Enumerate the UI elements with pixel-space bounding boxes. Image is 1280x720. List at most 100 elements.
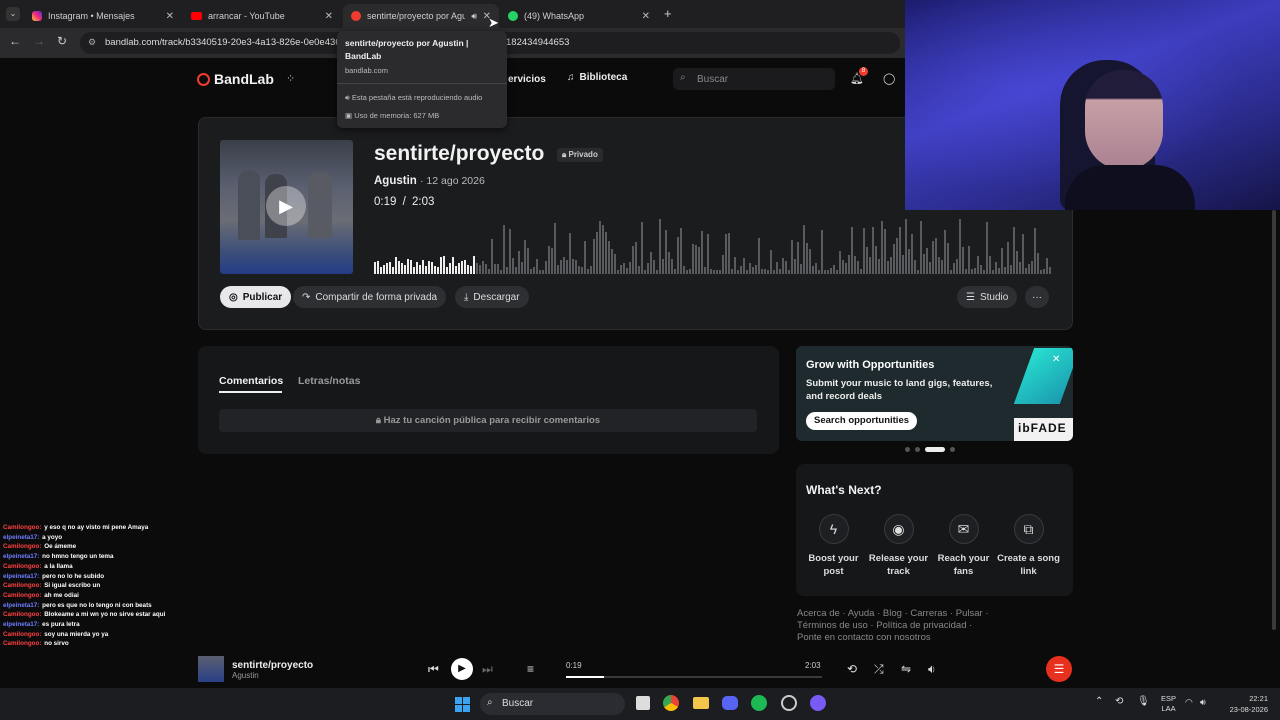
app-icon[interactable] xyxy=(781,695,797,711)
new-tab-button[interactable]: + xyxy=(664,6,672,21)
speaker-icon[interactable]: 🔊︎ xyxy=(471,11,477,22)
volume-tray-icon[interactable]: 🔊︎ xyxy=(1200,697,1206,708)
chrome-icon[interactable] xyxy=(663,695,679,711)
carousel-dot[interactable] xyxy=(915,447,920,452)
tab-lyrics[interactable]: Letras/notas xyxy=(298,375,360,387)
tab-instagram[interactable]: Instagram • Mensajes ✕ xyxy=(24,4,182,28)
nav-services[interactable]: ervicios xyxy=(508,74,546,85)
shuffle-icon[interactable]: ⤮ xyxy=(874,662,884,677)
publish-label: Publicar xyxy=(242,291,283,303)
waveform-bar xyxy=(620,264,622,274)
tray-chevron-icon[interactable]: ⌃ xyxy=(1095,696,1103,707)
windows-start-icon[interactable] xyxy=(455,697,470,712)
boost-post-action[interactable]: ϟ Boost your post xyxy=(801,514,866,578)
spotify-icon[interactable] xyxy=(751,695,767,711)
waveform-bar xyxy=(845,262,847,274)
youtube-icon xyxy=(191,12,202,20)
publish-button[interactable]: ◎ Publicar xyxy=(220,286,292,308)
waveform-bar xyxy=(980,264,982,274)
repeat-icon[interactable]: ⟲ xyxy=(847,662,857,676)
close-icon[interactable]: ✕ xyxy=(325,11,333,22)
progress-track[interactable] xyxy=(566,676,822,678)
waveform-bar xyxy=(704,267,706,274)
reach-fans-action[interactable]: ✉ Reach your fans xyxy=(931,514,996,578)
waveform-bar xyxy=(638,266,640,274)
download-button[interactable]: ⤓ Descargar xyxy=(455,286,529,308)
tray-app-icon[interactable]: ⟲ xyxy=(1115,696,1123,707)
waveform-bar xyxy=(410,260,412,274)
tab-youtube[interactable]: arrancar - YouTube ✕ xyxy=(183,4,341,28)
waveform-bar xyxy=(797,241,799,274)
release-track-action[interactable]: ◉ Release your track xyxy=(866,514,931,578)
promo-banner[interactable]: Grow with Opportunities Submit your musi… xyxy=(796,346,1073,441)
search-input[interactable]: ⌕ Buscar xyxy=(673,68,835,90)
wifi-icon[interactable]: ◠ xyxy=(1185,697,1193,708)
clock[interactable]: 22:21 23-08-2026 xyxy=(1222,693,1268,715)
apps-grid-icon[interactable]: ⁘ xyxy=(286,72,295,85)
close-icon[interactable]: ✕ xyxy=(166,11,174,22)
page-scrollbar[interactable] xyxy=(1272,210,1276,630)
tab-whatsapp[interactable]: (49) WhatsApp ✕ xyxy=(500,4,658,28)
reload-icon[interactable]: ↻ xyxy=(57,34,67,48)
bandlab-logo[interactable]: BandLab xyxy=(197,71,274,87)
back-icon[interactable]: ← xyxy=(9,34,21,48)
site-info-icon[interactable]: ⚙ xyxy=(88,37,96,48)
search-opportunities-button[interactable]: Search opportunities xyxy=(806,412,918,430)
waveform[interactable] xyxy=(374,212,1052,274)
song-link-action[interactable]: ⧉ Create a song link xyxy=(996,514,1061,578)
language-indicator[interactable]: ESP LAA xyxy=(1161,694,1176,714)
tab-comments[interactable]: Comentarios xyxy=(219,375,283,387)
share-private-button[interactable]: ↷ Compartir de forma privada xyxy=(293,286,447,308)
player-menu-icon[interactable]: ☰ xyxy=(1046,656,1072,682)
discord-icon[interactable] xyxy=(722,696,738,710)
autoplay-icon[interactable]: ⇋ xyxy=(901,662,911,676)
volume-icon[interactable]: 🔉︎ xyxy=(928,662,936,677)
tab-search-icon[interactable]: ⌄ xyxy=(6,7,20,21)
forward-icon[interactable]: → xyxy=(33,34,45,48)
more-button[interactable]: ··· xyxy=(1025,286,1049,308)
carousel-dot[interactable] xyxy=(905,447,910,452)
taskbar-search[interactable]: ⌕ Buscar xyxy=(480,693,625,715)
next-icon[interactable]: ⏭ xyxy=(482,662,493,677)
player-cover[interactable] xyxy=(198,656,224,682)
player-artist[interactable]: Agustin xyxy=(232,671,259,680)
play-overlay-icon[interactable]: ▶ xyxy=(266,186,306,226)
waveform-bar xyxy=(593,239,595,274)
lock-icon: 🔒︎ xyxy=(375,415,381,426)
task-view-icon[interactable] xyxy=(636,696,650,710)
previous-icon[interactable]: ⏮ xyxy=(428,662,439,677)
messages-icon[interactable]: ◯ xyxy=(883,72,895,85)
waveform-bar xyxy=(965,268,967,274)
waveform-bar xyxy=(905,219,907,274)
instagram-icon xyxy=(32,11,42,21)
nav-library[interactable]: ♫ Biblioteca xyxy=(567,72,627,83)
studio-button[interactable]: ☰ Studio xyxy=(957,286,1018,308)
file-explorer-icon[interactable] xyxy=(693,697,709,709)
tab-title: (49) WhatsApp xyxy=(524,11,585,21)
play-button[interactable]: ▶ xyxy=(451,658,473,680)
chat-text: y eso q no ay visto mi pene Amaya xyxy=(42,524,149,531)
waveform-bar xyxy=(527,247,529,274)
waveform-bar xyxy=(779,269,781,274)
carousel-dot-active[interactable] xyxy=(925,447,945,452)
player-title[interactable]: sentirte/proyecto xyxy=(232,660,313,671)
footer-line[interactable]: Términos de uso · Política de privacidad… xyxy=(797,620,988,632)
waveform-bar xyxy=(1046,257,1048,274)
carousel-dot[interactable] xyxy=(950,447,955,452)
waveform-bar xyxy=(734,257,736,274)
chat-message: Camilongoo: y eso q no ay visto mi pene … xyxy=(3,523,203,533)
waveform-bar xyxy=(866,247,868,274)
microphone-icon[interactable]: 🎙︎ xyxy=(1137,696,1150,707)
queue-icon[interactable]: ≡ xyxy=(527,662,534,676)
studio-label: Studio xyxy=(979,291,1009,303)
close-icon[interactable]: ✕ xyxy=(642,11,650,22)
footer-line[interactable]: Ponte en contacto con nosotros xyxy=(797,632,988,644)
obs-icon[interactable] xyxy=(810,695,826,711)
waveform-bar xyxy=(671,258,673,274)
tab-bandlab[interactable]: sentirte/proyecto por Agust 🔊︎ ✕ xyxy=(343,4,499,28)
cover-art[interactable]: ▶ xyxy=(220,140,353,274)
waveform-bar xyxy=(701,230,703,274)
artist-link[interactable]: Agustin xyxy=(374,175,417,187)
language-code: ESP xyxy=(1161,694,1177,703)
footer-line[interactable]: Acerca de · Ayuda · Blog · Carreras · Pu… xyxy=(797,608,988,620)
